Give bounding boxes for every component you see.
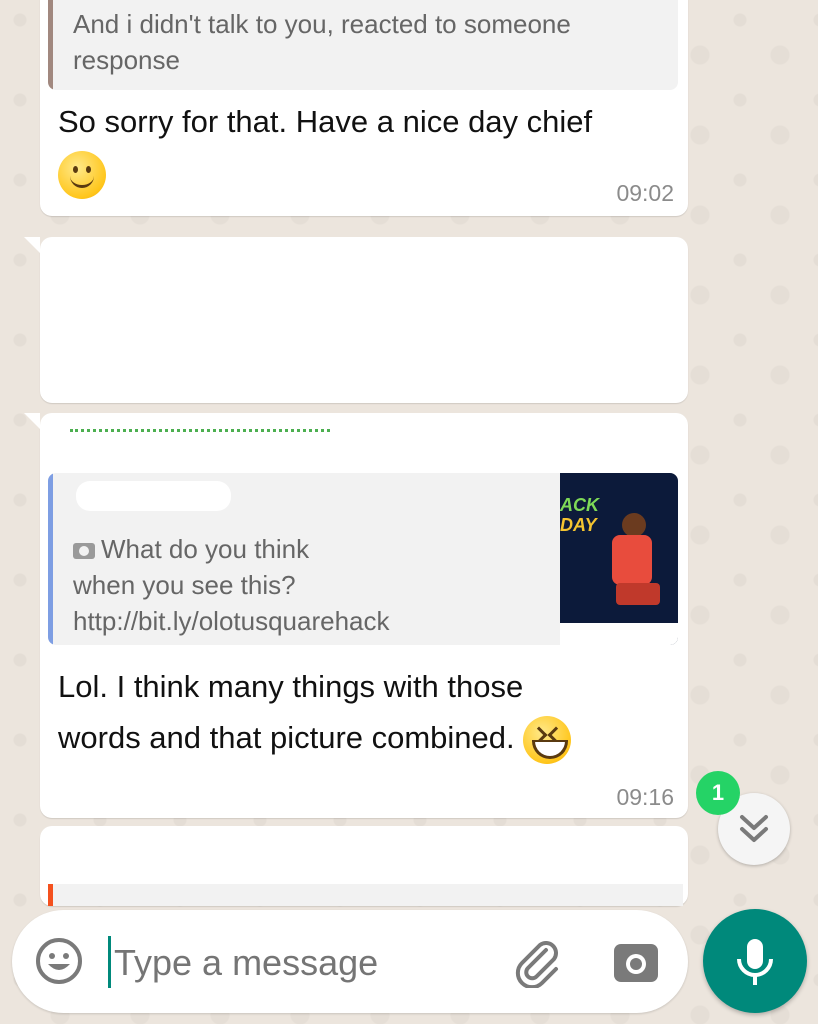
thumb-figure-head [622,513,646,537]
voice-message-button[interactable] [703,909,807,1013]
quoted-text: What do you think when you see this? htt… [73,531,553,639]
message-bubble-redacted[interactable] [40,826,688,906]
message-body-line: words and that picture combined. [58,720,515,755]
paperclip-icon[interactable] [512,936,564,988]
unread-count-badge: 1 [696,771,740,815]
text-cursor [108,936,111,988]
quoted-message-partial [48,884,683,906]
thumb-footer [560,623,678,645]
thumb-stool [616,583,660,605]
message-body-line: Lol. I think many things with those [58,669,524,704]
quoted-message[interactable]: What do you think when you see this? htt… [48,473,678,645]
message-bubble[interactable]: And i didn't talk to you, reacted to som… [40,0,688,216]
message-bubble[interactable]: What do you think when you see this? htt… [24,413,688,818]
grinning-squinting-face-icon [523,715,572,764]
camera-icon[interactable] [612,938,660,986]
quoted-link: http://bit.ly/olotusquarehack [73,606,390,636]
message-body: So sorry for that. Have a nice day chief [58,104,593,139]
camera-icon [73,543,95,560]
message-timestamp: 09:16 [616,784,674,810]
message-timestamp: 09:02 [616,180,674,206]
thumb-figure-body [612,535,652,585]
quoted-message[interactable]: And i didn't talk to you, reacted to som… [48,0,678,90]
bubble-tail [24,237,40,253]
quoted-sender-redacted [76,481,231,511]
emoji-icon[interactable] [34,936,84,986]
quote-bar [48,0,53,90]
quote-bar [48,473,53,645]
message-text: So sorry for that. Have a nice day chief [58,96,618,199]
bubble-tail [24,413,40,429]
quoted-text: And i didn't talk to you, reacted to som… [73,9,571,75]
sender-name-redacted [70,429,330,454]
thumb-title-2: DAY [560,515,597,535]
message-bubble-redacted[interactable] [24,237,688,403]
message-text: Lol. I think many things with those word… [58,661,678,764]
mic-icon [737,939,773,985]
message-input[interactable] [112,934,496,992]
slightly-smiling-face-icon [58,150,106,199]
quoted-image-thumbnail[interactable]: ACK DAY [560,473,678,645]
thumb-title-1: ACK [560,495,599,515]
message-composer [12,910,688,1013]
